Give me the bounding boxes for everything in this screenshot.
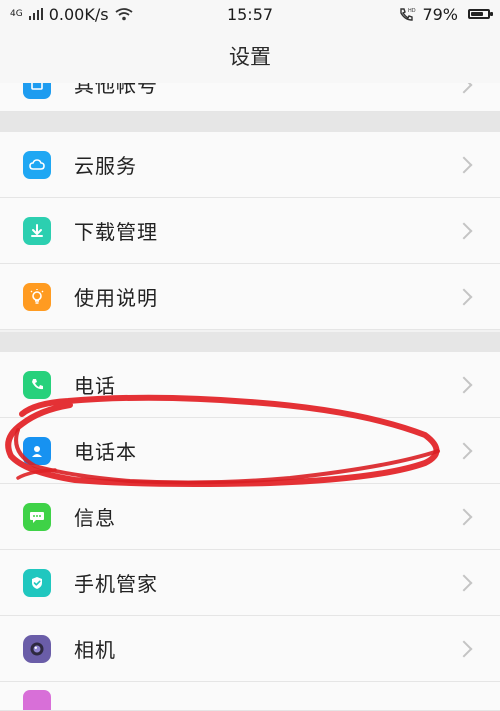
section-gap xyxy=(0,112,500,132)
settings-row-other-accounts[interactable]: 其他帐号 xyxy=(0,83,500,112)
shield-icon xyxy=(23,568,51,597)
row-label: 其他帐号 xyxy=(74,83,158,97)
chevron-right-icon xyxy=(455,574,473,591)
settings-row-messages[interactable]: 信息 xyxy=(0,484,500,550)
row-label: 信息 xyxy=(74,506,116,530)
chevron-right-icon xyxy=(455,83,473,94)
settings-row-user-guide[interactable]: 使用说明 xyxy=(0,264,500,330)
status-bar: 4G 0.00K/s 15:57 HD 79% xyxy=(0,0,500,28)
row-icon-wrap xyxy=(0,634,74,663)
settings-row-cloud-service[interactable]: 云服务 xyxy=(0,132,500,198)
settings-row-phone[interactable]: 电话 xyxy=(0,352,500,418)
light-bulb-icon xyxy=(23,282,51,311)
row-icon-wrap xyxy=(0,370,74,399)
phone-icon xyxy=(23,370,51,399)
settings-row-download-manager[interactable]: 下载管理 xyxy=(0,198,500,264)
app-icon xyxy=(23,690,51,710)
signal-icon xyxy=(28,8,43,20)
row-icon-wrap xyxy=(0,282,74,311)
contacts-icon xyxy=(23,436,51,465)
download-icon xyxy=(23,216,51,245)
row-icon-wrap xyxy=(0,568,74,597)
account-icon xyxy=(23,83,51,99)
clock: 15:57 xyxy=(226,4,274,24)
battery-fill xyxy=(471,12,484,16)
settings-row-partial[interactable] xyxy=(0,682,500,711)
battery-icon xyxy=(468,9,493,19)
page-title-bar: 设置 xyxy=(0,28,500,83)
chevron-right-icon xyxy=(455,640,473,657)
chevron-right-icon xyxy=(455,376,473,393)
row-icon-wrap xyxy=(0,690,74,710)
row-icon-wrap xyxy=(0,436,74,465)
status-right: HD 79% xyxy=(398,4,493,24)
status-left: 4G 0.00K/s xyxy=(10,5,133,24)
message-icon xyxy=(23,502,51,531)
chevron-right-icon xyxy=(455,222,473,239)
row-label: 云服务 xyxy=(74,154,137,178)
signal-label: 4G xyxy=(10,9,23,19)
settings-row-phone-manager[interactable]: 手机管家 xyxy=(0,550,500,616)
wifi-icon xyxy=(115,8,133,21)
row-label: 使用说明 xyxy=(74,286,158,310)
row-label: 电话 xyxy=(74,374,116,398)
cloud-icon xyxy=(23,150,51,179)
row-icon-wrap xyxy=(0,150,74,179)
page-title: 设置 xyxy=(229,44,271,69)
network-speed: 0.00K/s xyxy=(48,4,109,24)
camera-icon xyxy=(23,634,51,663)
row-label: 手机管家 xyxy=(74,572,158,596)
chevron-right-icon xyxy=(455,288,473,305)
hd-call-icon: HD xyxy=(400,8,416,21)
row-icon-wrap xyxy=(0,502,74,531)
hd-label: HD xyxy=(408,8,416,14)
chevron-right-icon xyxy=(455,156,473,173)
row-label: 电话本 xyxy=(74,440,137,464)
section-gap xyxy=(0,332,500,352)
row-icon-wrap xyxy=(0,216,74,245)
row-icon-wrap xyxy=(0,83,74,99)
row-label: 相机 xyxy=(74,638,116,662)
battery-percent: 79% xyxy=(422,4,458,24)
row-label: 下载管理 xyxy=(74,220,158,244)
chevron-right-icon xyxy=(455,508,473,525)
settings-row-contacts[interactable]: 电话本 xyxy=(0,418,500,484)
chevron-right-icon xyxy=(455,442,473,459)
settings-row-camera[interactable]: 相机 xyxy=(0,616,500,682)
